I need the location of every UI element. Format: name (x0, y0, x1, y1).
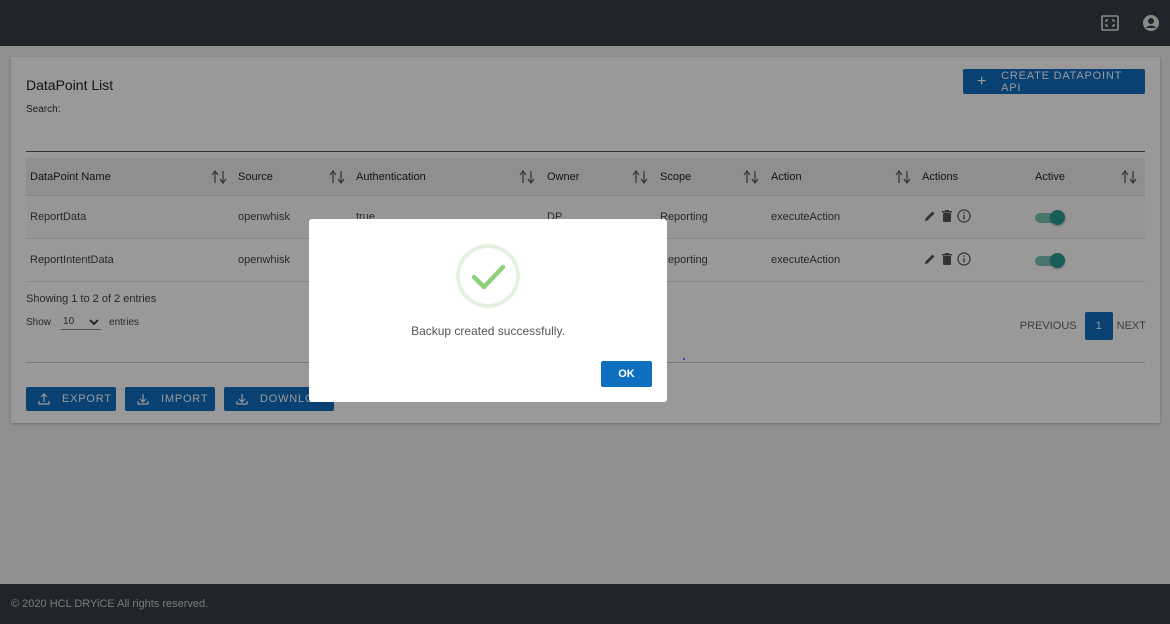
success-dialog: Backup created successfully. OK (309, 219, 667, 402)
dialog-message: Backup created successfully. (411, 324, 565, 338)
ok-button[interactable]: OK (601, 361, 652, 387)
checkmark-icon (456, 244, 520, 308)
decorative-dot (683, 358, 685, 360)
